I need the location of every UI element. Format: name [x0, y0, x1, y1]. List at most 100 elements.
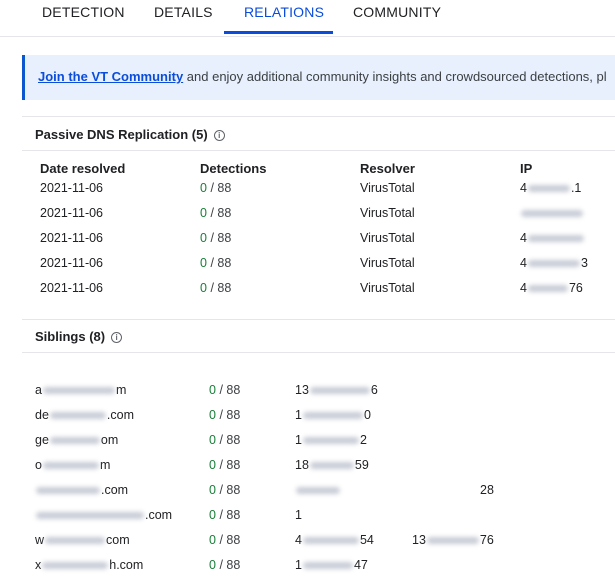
sibling-ip-cell[interactable]: [295, 483, 341, 497]
redacted-blur: [296, 487, 340, 495]
ip-end: 3: [580, 256, 588, 270]
passive-dns-count: (5): [191, 127, 208, 142]
tab-community[interactable]: COMMUNITY: [353, 4, 441, 20]
join-community-link[interactable]: Join the VT Community: [38, 69, 183, 84]
resolver-cell[interactable]: VirusTotal: [360, 281, 415, 295]
detections-total: / 88: [219, 383, 241, 397]
ip-end: 0: [363, 408, 371, 422]
ip-end: 76: [479, 533, 494, 547]
ip-start: 1: [295, 558, 302, 572]
info-icon[interactable]: i: [111, 332, 123, 343]
column-header-date[interactable]: Date resolved: [40, 161, 125, 176]
ip-cell[interactable]: [520, 206, 584, 220]
sibling-domain-cell[interactable]: w com: [35, 533, 130, 547]
domain-start: ge: [35, 433, 49, 447]
passive-dns-title-text: Passive DNS Replication: [35, 127, 189, 142]
date-resolved-cell: 2021-11-06: [40, 281, 104, 295]
domain-start: w: [35, 533, 45, 547]
detections-positive: 0: [200, 231, 207, 245]
date-resolved-cell: 2021-11-06: [40, 256, 104, 270]
column-header-ip[interactable]: IP: [520, 161, 532, 176]
detections-cell: 0 / 88: [209, 533, 240, 547]
ip-start: 4: [295, 533, 302, 547]
sibling-domain-cell[interactable]: .com: [35, 508, 172, 522]
ip-cell[interactable]: 43: [520, 256, 588, 270]
date-resolved-cell: 2021-11-06: [40, 231, 104, 245]
passive-dns-title: Passive DNS Replication (5) i: [35, 127, 225, 142]
detections-positive: 0: [200, 256, 207, 270]
tab-detection[interactable]: DETECTION: [42, 4, 125, 20]
column-header-resolver[interactable]: Resolver: [360, 161, 415, 176]
sibling-ip-cell[interactable]: 13 6: [295, 383, 378, 397]
section-divider: [22, 116, 615, 117]
sibling-ip-cell[interactable]: 18 59: [295, 458, 369, 472]
detections-positive: 0: [200, 206, 207, 220]
tab-relations[interactable]: RELATIONS: [244, 4, 324, 20]
relations-tab-bar: DETECTION DETAILS RELATIONS COMMUNITY: [0, 0, 615, 37]
sibling-ip-cell[interactable]: 1: [295, 508, 302, 522]
sibling-domain-cell[interactable]: de .com: [35, 408, 134, 422]
ip-cell[interactable]: 4.1: [520, 181, 581, 195]
sibling-domain-cell[interactable]: om: [35, 458, 110, 472]
detections-cell: 0 / 88: [209, 433, 240, 447]
detections-positive: 0: [209, 558, 216, 572]
info-icon[interactable]: i: [213, 130, 225, 141]
date-resolved-cell: 2021-11-06: [40, 206, 104, 220]
detections-cell: 0 / 88: [200, 281, 231, 295]
ip-cell[interactable]: 4: [520, 231, 585, 245]
sibling-ip-cell[interactable]: 1 47: [295, 558, 368, 572]
sibling-domain-cell[interactable]: ge om: [35, 433, 118, 447]
ip-end: 76: [568, 281, 583, 295]
redacted-blur: [36, 487, 100, 495]
resolver-cell[interactable]: VirusTotal: [360, 181, 415, 195]
ip-start: 1: [295, 508, 302, 522]
sibling-domain-cell[interactable]: .com: [35, 483, 128, 497]
domain-end: com: [106, 533, 130, 547]
domain-start: a: [35, 383, 42, 397]
sibling-ip-cell-secondary[interactable]: 13 76: [412, 533, 494, 547]
resolver-cell[interactable]: VirusTotal: [360, 256, 415, 270]
sibling-ip-cell[interactable]: 12: [295, 433, 367, 447]
detections-positive: 0: [209, 508, 216, 522]
resolver-cell[interactable]: VirusTotal: [360, 206, 415, 220]
detections-total: / 88: [210, 181, 232, 195]
sibling-domain-cell[interactable]: x h.com: [35, 558, 143, 572]
sibling-ip-cell-secondary[interactable]: 28: [480, 483, 494, 497]
sibling-ip-cell[interactable]: 10: [295, 408, 371, 422]
detections-cell: 0 / 88: [200, 231, 231, 245]
resolver-cell[interactable]: VirusTotal: [360, 231, 415, 245]
domain-end: om: [100, 433, 119, 447]
redacted-blur: [302, 562, 353, 570]
sibling-ip-cell[interactable]: 4 54: [295, 533, 374, 547]
detections-positive: 0: [200, 281, 207, 295]
domain-start: x: [35, 558, 42, 572]
redacted-blur: [49, 412, 106, 420]
redacted-blur: [527, 285, 568, 293]
detections-total: / 88: [219, 558, 241, 572]
tab-details[interactable]: DETAILS: [154, 4, 213, 20]
detections-positive: 0: [200, 181, 207, 195]
ip-start: 4: [520, 181, 527, 195]
banner-message: Join the VT Community and enjoy addition…: [38, 69, 607, 84]
detections-cell: 0 / 88: [200, 256, 231, 270]
ip-start: 4: [520, 256, 527, 270]
detections-cell: 0 / 88: [200, 206, 231, 220]
ip-end: 59: [354, 458, 369, 472]
redacted-blur: [45, 537, 106, 545]
domain-start: o: [35, 458, 42, 472]
ip-start: 13: [295, 383, 309, 397]
detections-positive: 0: [209, 483, 216, 497]
ip-cell[interactable]: 4 76: [520, 281, 583, 295]
ip-end: 47: [353, 558, 368, 572]
column-header-detections[interactable]: Detections: [200, 161, 266, 176]
ip-end: 2: [359, 433, 367, 447]
redacted-blur: [309, 387, 370, 395]
domain-end: h.com: [109, 558, 144, 572]
detections-total: / 88: [210, 206, 232, 220]
detections-total: / 88: [210, 231, 232, 245]
detections-cell: 0 / 88: [209, 383, 240, 397]
sibling-domain-cell[interactable]: am: [35, 383, 126, 397]
redacted-blur: [302, 437, 359, 445]
redacted-blur: [426, 537, 479, 545]
detections-cell: 0 / 88: [209, 458, 240, 472]
